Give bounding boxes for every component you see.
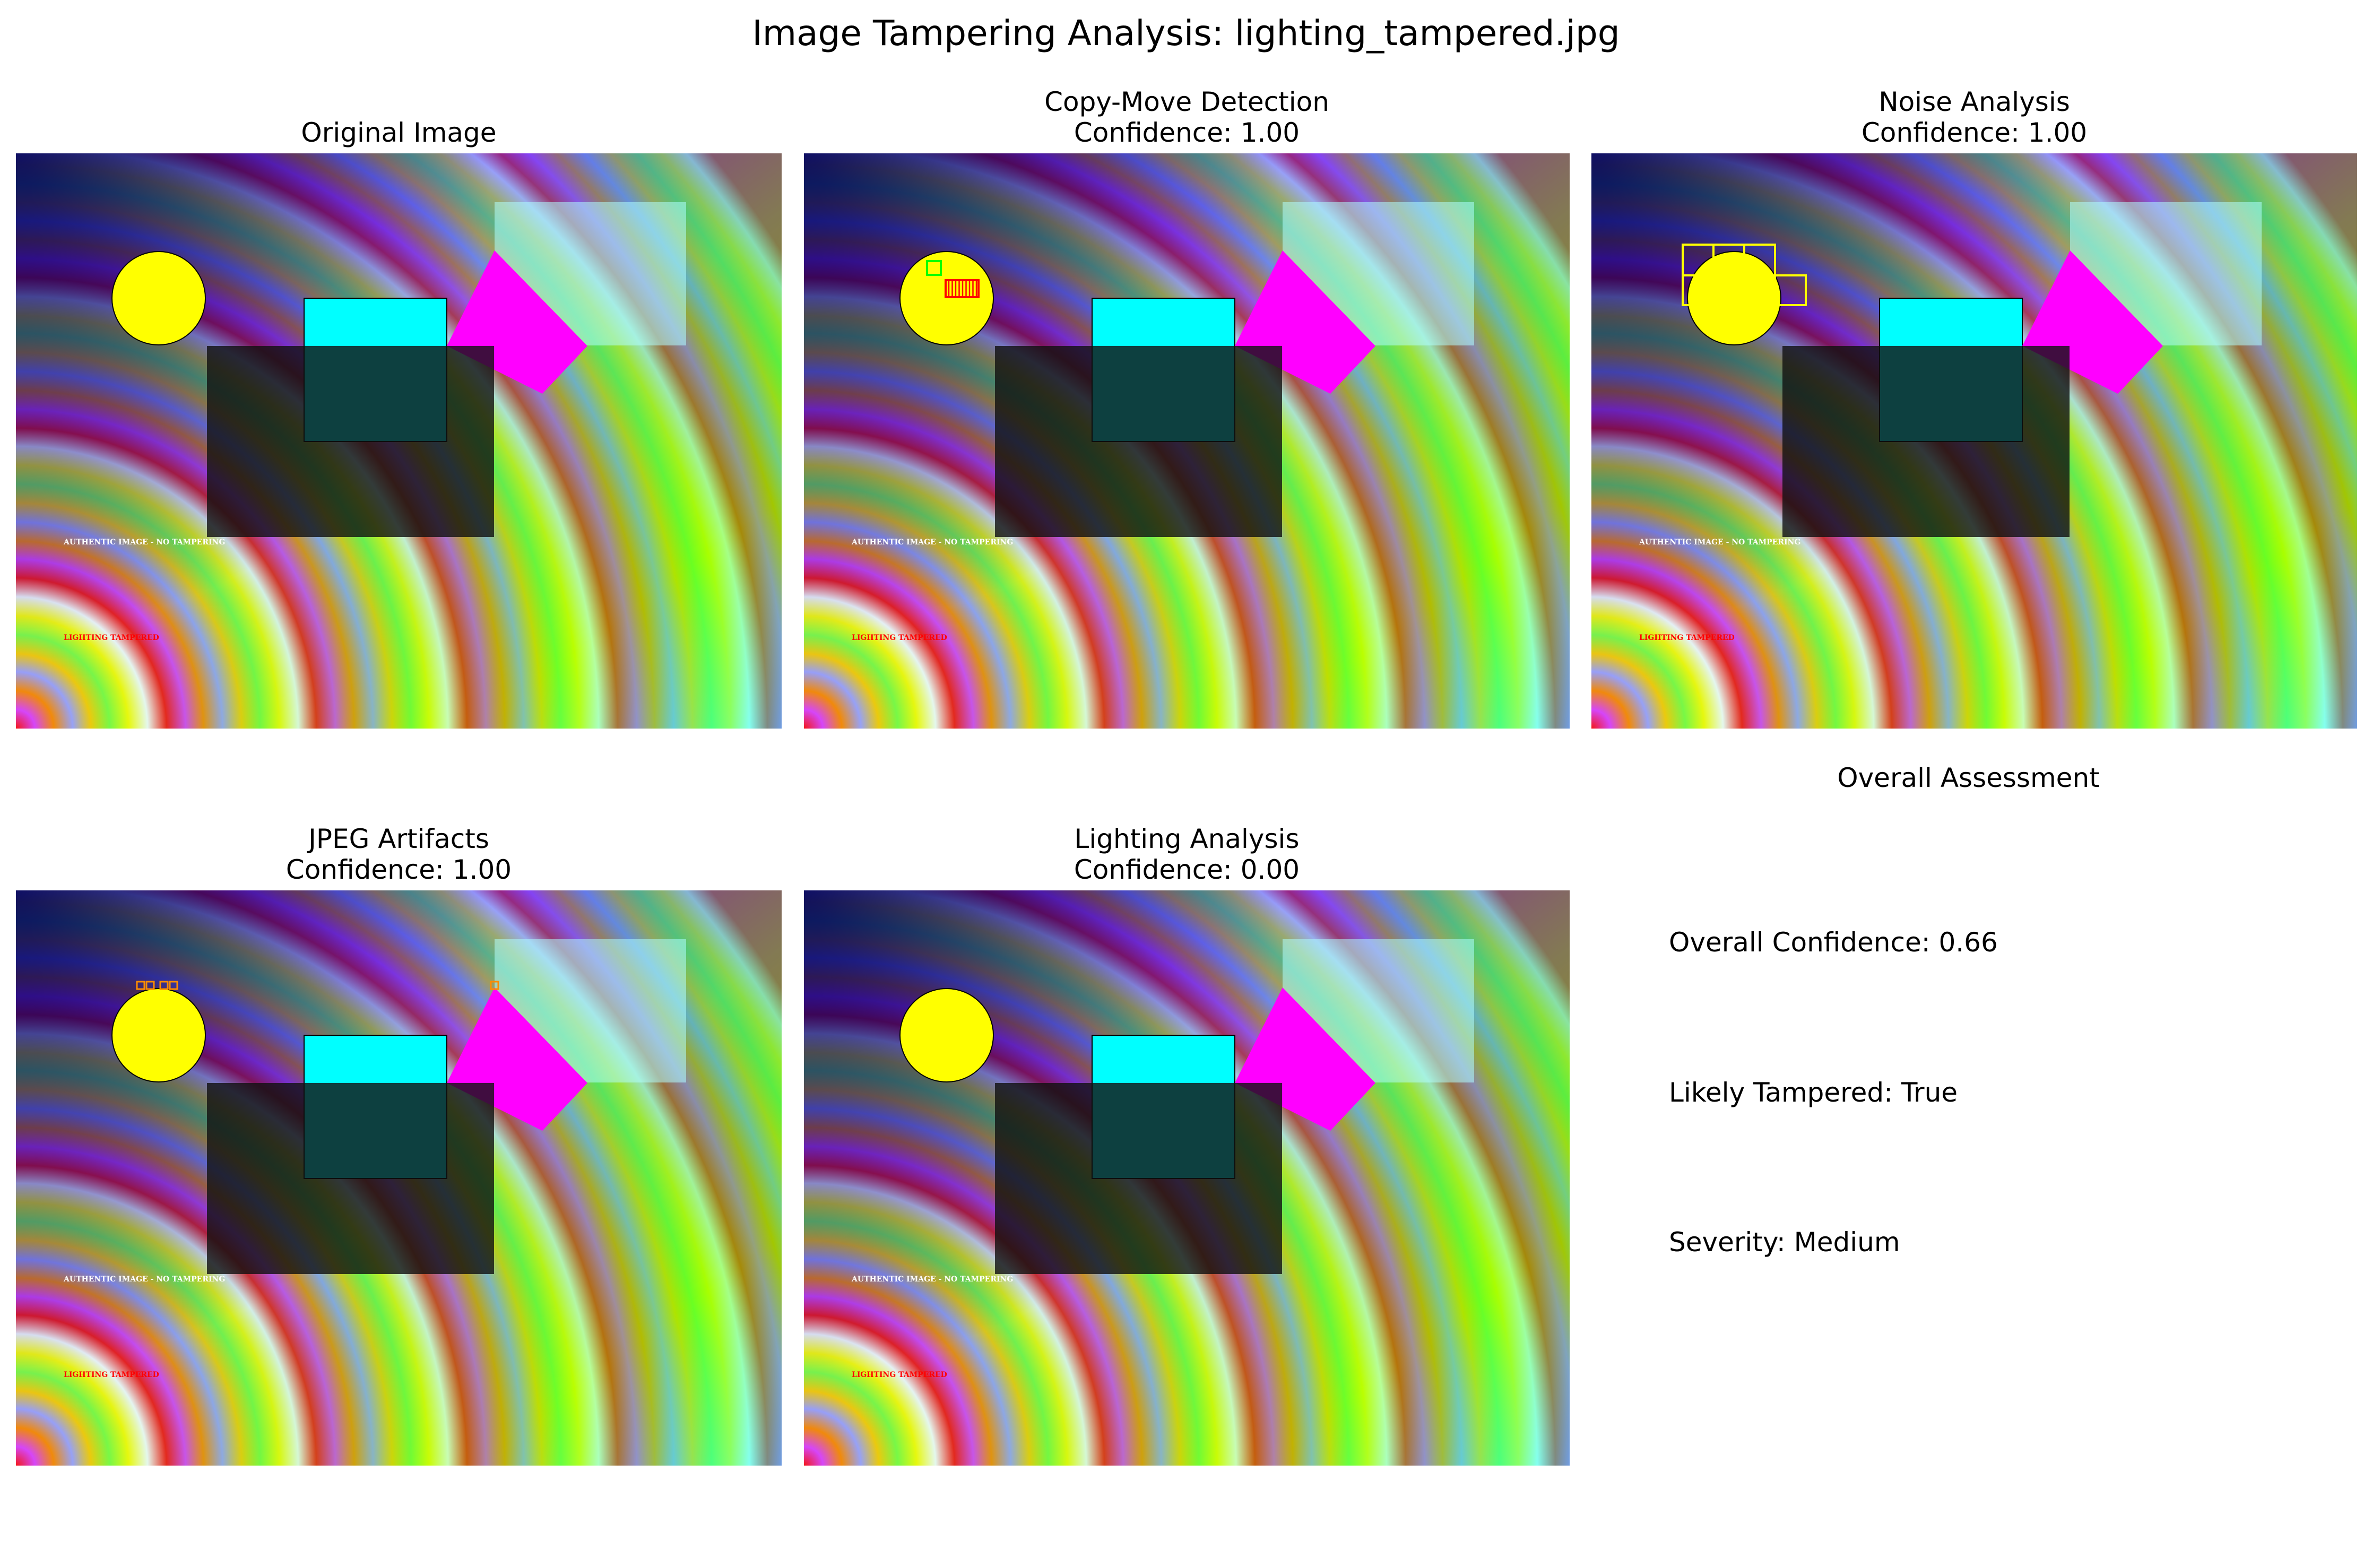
- panel-title-jpeg: JPEG Artifacts Confidence: 1.00: [16, 824, 782, 885]
- panel-confidence: Confidence: 1.00: [285, 854, 512, 885]
- yellow-circle: [899, 988, 994, 1082]
- panel-lighting-image: AUTHENTIC IMAGE - NO TAMPERING LIGHTING T…: [804, 890, 1570, 1466]
- panel-title-original: Original Image: [16, 117, 782, 148]
- tampered-text: LIGHTING TAMPERED: [852, 1371, 947, 1379]
- yellow-circle: [111, 251, 206, 345]
- assessment-severity: Severity: Medium: [1669, 1227, 1900, 1258]
- authentic-text: AUTHENTIC IMAGE - NO TAMPERING: [851, 1275, 1013, 1284]
- panel-jpeg-image: AUTHENTIC IMAGE - NO TAMPERING LIGHTING T…: [16, 890, 782, 1466]
- authentic-text: AUTHENTIC IMAGE - NO TAMPERING: [1639, 538, 1800, 547]
- authentic-text: AUTHENTIC IMAGE - NO TAMPERING: [63, 1275, 225, 1284]
- image-lighting: AUTHENTIC IMAGE - NO TAMPERING LIGHTING T…: [804, 890, 1570, 1466]
- panel-title-text: Lighting Analysis: [1074, 824, 1300, 854]
- yellow-circle: [111, 988, 206, 1082]
- figure-title: Image Tampering Analysis: lighting_tampe…: [752, 13, 1620, 54]
- panel-noise-image: AUTHENTIC IMAGE - NO TAMPERING LIGHTING T…: [1591, 153, 2357, 729]
- dark-overlay: [1782, 346, 2070, 537]
- panel-title-text: Noise Analysis: [1878, 86, 2070, 117]
- image-noise: AUTHENTIC IMAGE - NO TAMPERING LIGHTING T…: [1591, 153, 2357, 729]
- panel-original-image: AUTHENTIC IMAGE - NO TAMPERING LIGHTING T…: [16, 153, 782, 729]
- tampered-text: LIGHTING TAMPERED: [64, 1371, 159, 1379]
- panel-title-copy-move: Copy-Move Detection Confidence: 1.00: [804, 86, 1570, 148]
- image-copy-move: AUTHENTIC IMAGE - NO TAMPERING LIGHTING T…: [804, 153, 1570, 729]
- image-jpeg: AUTHENTIC IMAGE - NO TAMPERING LIGHTING T…: [16, 890, 782, 1466]
- authentic-text: AUTHENTIC IMAGE - NO TAMPERING: [63, 538, 225, 547]
- panel-confidence: Confidence: 0.00: [1074, 854, 1300, 885]
- dark-overlay: [995, 1083, 1282, 1274]
- panel-title-text: Original Image: [301, 117, 497, 148]
- panel-title-text: Copy-Move Detection: [1044, 86, 1329, 117]
- tampered-text: LIGHTING TAMPERED: [64, 634, 159, 642]
- dark-overlay: [207, 346, 494, 537]
- image-original: AUTHENTIC IMAGE - NO TAMPERING LIGHTING T…: [16, 153, 782, 729]
- dark-overlay: [207, 1083, 494, 1274]
- tampered-text: LIGHTING TAMPERED: [1639, 634, 1735, 642]
- panel-confidence: Confidence: 1.00: [1074, 117, 1300, 148]
- tampered-text: LIGHTING TAMPERED: [852, 634, 947, 642]
- panel-copy-move-image: AUTHENTIC IMAGE - NO TAMPERING LIGHTING T…: [804, 153, 1570, 729]
- panel-title-lighting: Lighting Analysis Confidence: 0.00: [804, 824, 1570, 885]
- dark-overlay: [995, 346, 1282, 537]
- panel-title-text: JPEG Artifacts: [308, 824, 489, 854]
- yellow-circle: [1687, 251, 1781, 345]
- panel-title-noise: Noise Analysis Confidence: 1.00: [1591, 86, 2357, 148]
- panel-confidence: Confidence: 1.00: [1861, 117, 2088, 148]
- authentic-text: AUTHENTIC IMAGE - NO TAMPERING: [851, 538, 1013, 547]
- assessment-confidence: Overall Confidence: 0.66: [1669, 927, 1998, 958]
- assessment-title: Overall Assessment: [1837, 763, 2100, 793]
- assessment-likely-tampered: Likely Tampered: True: [1669, 1077, 1958, 1108]
